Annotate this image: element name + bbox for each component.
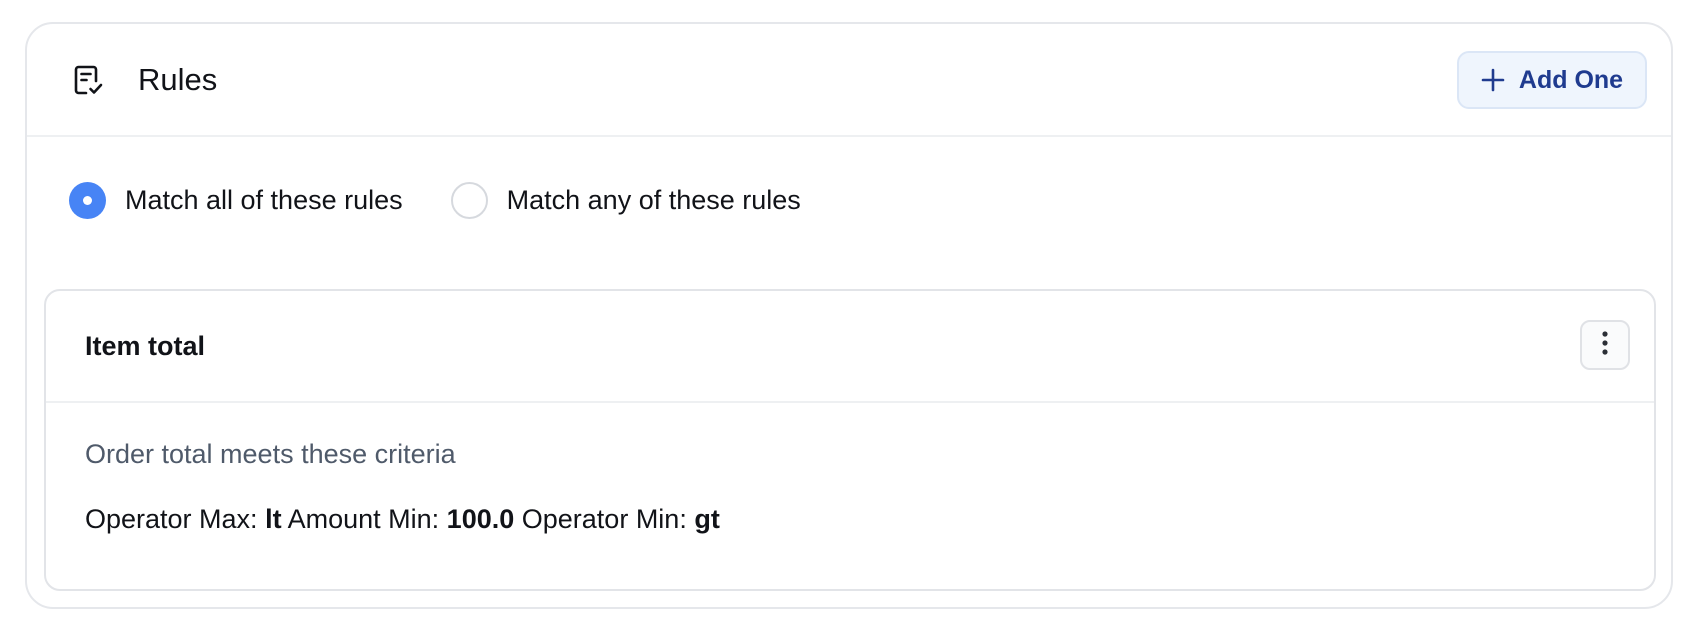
match-any-label: Match any of these rules (506, 185, 801, 215)
detail-label: Operator Min: (521, 504, 687, 534)
match-all-label: Match all of these rules (125, 185, 403, 215)
match-any-option[interactable]: Match any of these rules (450, 182, 801, 219)
match-any-radio[interactable] (450, 182, 488, 219)
rule-header: Item total (46, 291, 1654, 403)
checklist-icon (71, 63, 105, 97)
rule-criteria-text: Order total meets these criteria (85, 439, 456, 469)
match-all-option[interactable]: Match all of these rules (69, 182, 403, 219)
detail-label: Amount Min: (287, 504, 440, 534)
match-mode-group: Match all of these rules Match any of th… (69, 182, 801, 219)
plus-icon (1481, 68, 1505, 92)
rules-title: Rules (138, 62, 218, 97)
rule-details: Operator Max: lt Amount Min: 100.0 Opera… (85, 504, 720, 535)
detail-value: lt (265, 504, 282, 534)
detail-value: gt (694, 504, 720, 534)
rule-menu-button[interactable] (1580, 320, 1630, 370)
add-one-label: Add One (1518, 65, 1624, 94)
rule-title: Item total (85, 331, 206, 361)
detail-label: Operator Max: (85, 504, 258, 534)
rules-header: Rules Add One (27, 24, 1671, 137)
rules-card: Rules Add One Match all of these rules M… (25, 22, 1673, 609)
rule-card: Item total Order total meets these crite… (44, 289, 1656, 591)
detail-value: 100.0 (446, 504, 515, 534)
more-vertical-icon (1601, 330, 1609, 361)
add-one-button[interactable]: Add One (1457, 51, 1647, 109)
match-all-radio[interactable] (69, 182, 106, 219)
